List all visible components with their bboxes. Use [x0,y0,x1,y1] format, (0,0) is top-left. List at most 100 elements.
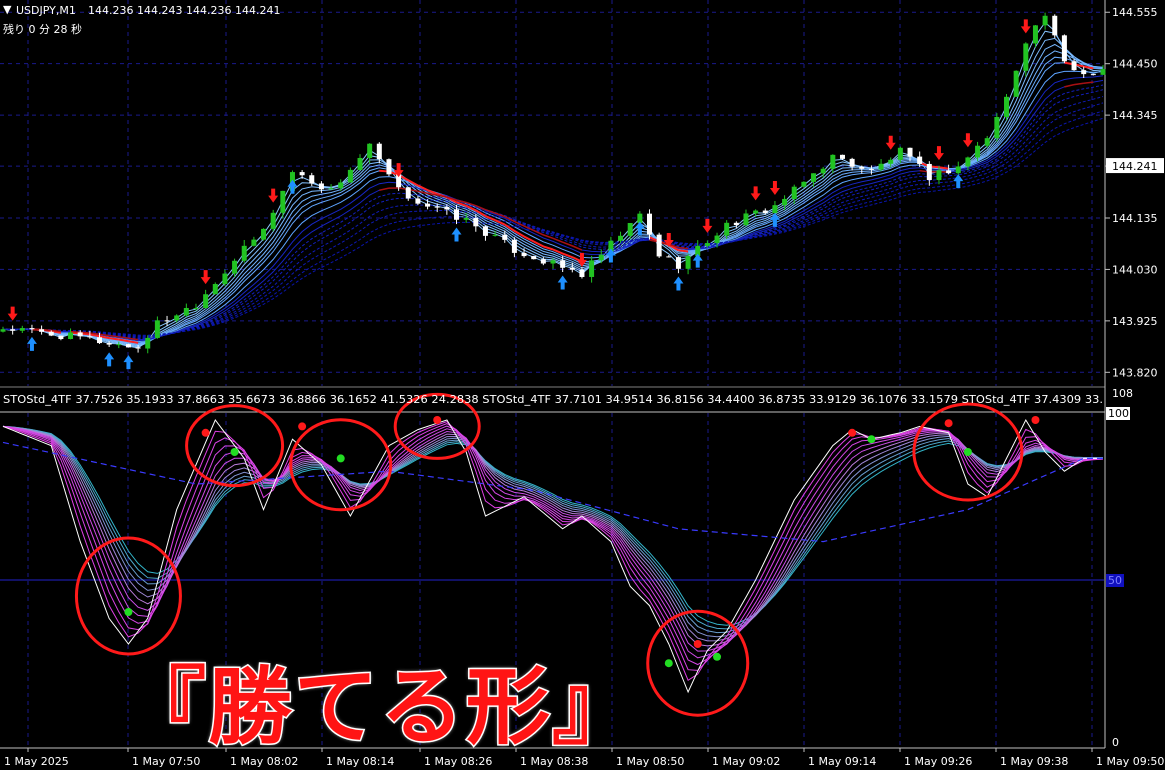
arrow-up-icon [557,275,568,290]
signal-dot-green [664,659,673,668]
arrow-down-icon [933,146,944,161]
candle-bull [261,228,267,240]
candle-bull [618,235,624,241]
symbol-dropdown-icon[interactable]: ▼ [3,3,12,16]
ma-line [2,30,1104,348]
stochastic-smoothed-line [2,425,1104,626]
signal-dot-green [230,448,239,456]
candle-bull [68,332,74,340]
candle-bear [454,209,460,220]
ma-line [2,79,1104,341]
candle-bull [19,328,25,331]
candle-bull [1013,70,1019,97]
candle-bull [357,157,363,170]
candle-bear [87,336,93,338]
candle-bull [888,159,894,164]
candle-bull [598,254,604,261]
time-tick-label: 1 May 09:26 [904,755,972,768]
candle-bear [10,329,16,331]
ma-line-bearish [533,240,544,248]
candle-bear [106,343,112,345]
arrow-down-icon [885,135,896,150]
candle-bull [830,154,836,169]
time-tick-label: 1 May 09:14 [808,755,876,768]
candle-bear [579,269,585,277]
signal-dots [124,416,1040,668]
indicator-tick-label: 50 [1108,574,1122,587]
ma-line [2,43,1104,346]
price-tick-label: 144.030 [1112,263,1158,276]
candle-bull [975,145,981,158]
candle-bear [309,175,315,184]
candle-bear [1052,15,1058,36]
candle-bear [434,206,440,208]
candle-bull [251,239,257,246]
candle-bear [1071,61,1077,71]
candle-bull [241,245,247,261]
candle-bull [936,170,942,181]
candle-bull [270,212,276,229]
ma-line [2,84,1104,340]
stochastic-smoothed-line [2,425,1103,647]
ma-line-bearish [70,330,81,334]
candle-bear [482,226,488,236]
arrow-down-icon [200,270,211,285]
candle-bull [685,256,691,269]
ma-line [2,62,1104,344]
candle-bull [897,147,903,160]
candle-bear [473,217,479,227]
candle-bull [280,190,286,213]
candle-bull [1023,43,1029,71]
candle-bear [1061,35,1067,62]
candle-bear [646,213,652,235]
candle-bull [1032,25,1038,44]
candle-bear [77,332,83,337]
candle-bear [386,159,392,175]
candle-bull [955,166,961,174]
candle-bull [820,168,826,174]
ma-line [2,21,1104,349]
candle-bear [425,203,431,207]
candle-bull [984,138,990,146]
arrow-up-icon [287,179,298,194]
time-tick-label: 1 May 09:50 [1096,755,1164,768]
signal-dot-red [433,416,442,424]
candle-bull [965,157,971,167]
signal-dot-green [963,448,972,456]
time-tick-label: 1 May 09:38 [1000,755,1068,768]
candle-bear [1090,74,1096,76]
arrow-down-icon [750,186,761,201]
candle-bull [801,181,807,187]
candle-bear [859,166,865,169]
candle-bear [58,335,64,340]
ma-line-bearish [938,166,949,170]
ma-line [2,56,1104,345]
candle-bull [704,243,710,246]
ma-line-bearish [1073,82,1084,86]
time-tick-label: 1 May 2025 [4,755,69,768]
stochastic-smoothed-line [2,425,1104,630]
candle-bull [1004,96,1010,117]
indicator-values: STOStd_4TF 37.7526 35.1933 37.8663 35.66… [3,393,1103,406]
candle-bull [463,217,469,220]
arrow-down-icon [962,133,973,148]
candle-bull [743,213,749,226]
candle-bear [907,147,913,157]
ma-line [2,96,1104,338]
signal-dot-red [1031,416,1040,424]
candle-bull [714,235,720,244]
candle-bear [1081,70,1087,75]
ma-line-bearish [678,249,689,253]
indicator-tick-label: 108 [1112,387,1133,400]
signal-arrows [7,19,1031,370]
signal-dot-red [298,422,307,431]
arrow-up-icon [123,355,134,370]
candle-bull [183,307,189,316]
ma-line [2,102,1104,338]
candle-bull [791,186,797,199]
ma-line [2,110,1104,337]
candle-bear [39,329,45,332]
price-tick-label: 143.820 [1112,366,1158,379]
arrow-up-icon [692,253,703,268]
candle-bear [444,207,450,210]
